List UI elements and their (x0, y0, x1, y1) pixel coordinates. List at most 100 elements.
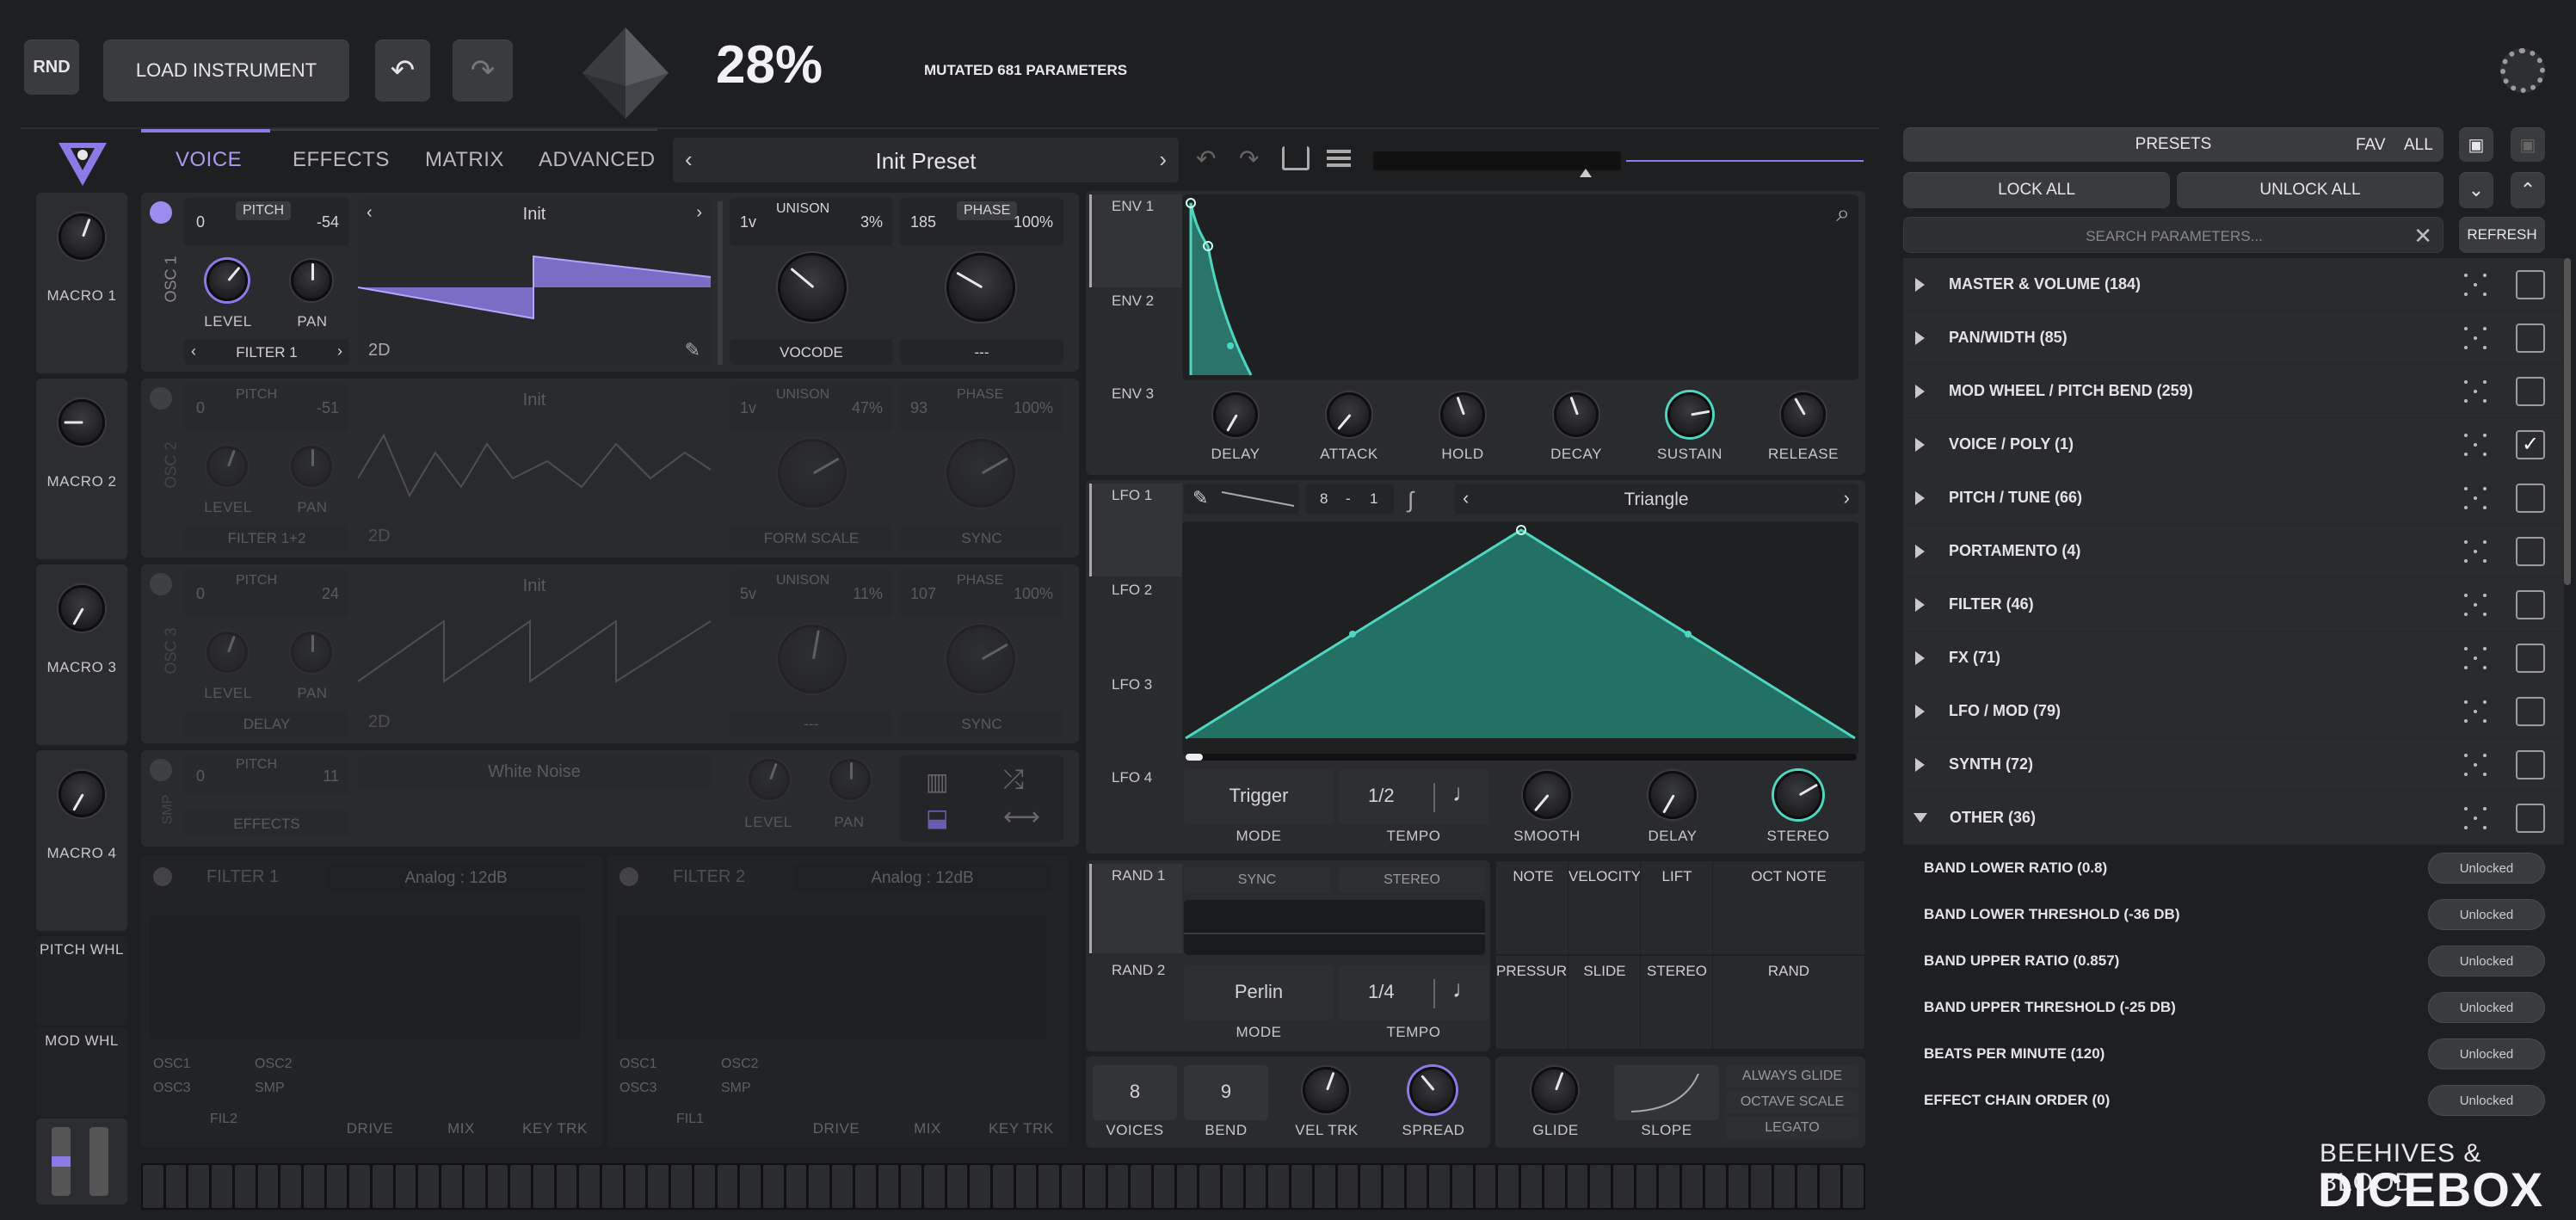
osc-1-wavetable[interactable]: ‹ Init › 2D ✎ (358, 198, 711, 365)
piano-key[interactable] (946, 1165, 968, 1208)
wheel-controls[interactable] (36, 1118, 127, 1205)
piano-key[interactable] (1498, 1165, 1519, 1208)
macro-1-knob[interactable] (59, 213, 105, 260)
osc-1-phase[interactable]: 185 PHASE 100% (900, 198, 1063, 246)
piano-key[interactable] (625, 1165, 646, 1208)
next-preset-icon[interactable]: › (1159, 146, 1167, 173)
tab-matrix[interactable]: MATRIX (425, 148, 504, 172)
piano-key[interactable] (234, 1165, 256, 1208)
filter-2-src-osc1[interactable]: OSC1 (619, 1057, 657, 1072)
random-phase-icon[interactable]: ⤮ (1003, 766, 1024, 795)
caret-right-icon[interactable] (1915, 330, 1925, 345)
param-lock-toggle[interactable]: Unlocked (2428, 1085, 2545, 1116)
osc-1-route[interactable]: ‹ FILTER 1 › (184, 339, 349, 365)
piano-key[interactable] (1682, 1165, 1703, 1208)
osc-3-route[interactable]: DELAY (184, 711, 349, 736)
bend-value-box[interactable]: 9 (1184, 1065, 1268, 1120)
osc-2-spectral-knob[interactable] (778, 439, 847, 508)
param-group-row[interactable]: OTHER (36) (1903, 792, 2564, 845)
osc-1-pan-knob[interactable] (291, 260, 332, 301)
piano-key[interactable] (786, 1165, 807, 1208)
osc-2-route[interactable]: FILTER 1+2 (184, 525, 349, 551)
piano-key[interactable] (349, 1165, 371, 1208)
caret-right-icon[interactable] (1915, 490, 1925, 505)
piano-key[interactable] (1429, 1165, 1451, 1208)
filter-1-src-osc2[interactable]: OSC2 (255, 1057, 293, 1072)
param-item-row[interactable]: BAND LOWER RATIO (0.8) Unlocked (1903, 845, 2564, 891)
load-instrument-button[interactable]: LOAD INSTRUMENT (103, 40, 349, 102)
piano-key[interactable] (740, 1165, 761, 1208)
osc-1-spectral-knob[interactable] (778, 253, 847, 322)
piano-key[interactable] (1131, 1165, 1151, 1208)
macro-4[interactable]: MACRO 4 (36, 750, 127, 931)
lfo-shape-selector[interactable]: ‹ Triangle › (1454, 484, 1858, 514)
piano-key[interactable] (1659, 1165, 1680, 1208)
filter-2-src-osc2[interactable]: OSC2 (721, 1057, 759, 1072)
param-group-row[interactable]: SYNTH (72) (1903, 738, 2564, 792)
param-group-row[interactable]: VOICE / POLY (1) ✓ (1903, 418, 2564, 471)
filter-2-route[interactable]: FIL1 (676, 1112, 704, 1127)
piano-key[interactable] (809, 1165, 830, 1208)
param-item-row[interactable]: BAND LOWER THRESHOLD (-36 DB) Unlocked (1903, 891, 2564, 938)
piano-key[interactable] (1452, 1165, 1473, 1208)
piano-key[interactable] (533, 1165, 554, 1208)
caret-right-icon[interactable] (1915, 704, 1925, 718)
lfo-phase-slider[interactable] (1186, 754, 1857, 761)
macro-4-knob[interactable] (59, 771, 105, 817)
piano-key[interactable] (1613, 1165, 1634, 1208)
mod-wheel[interactable]: MOD WHL (36, 1027, 127, 1117)
piano-key[interactable] (1291, 1165, 1312, 1208)
presets-button[interactable]: PRESETS FAV ALL (1903, 127, 2444, 162)
mod-lift[interactable]: LIFT (1640, 860, 1714, 955)
octave-scale-toggle[interactable]: OCTAVE SCALE (1726, 1091, 1858, 1113)
collapse-all-button[interactable]: ⌄ (2459, 172, 2493, 208)
param-group-row[interactable]: PITCH / TUNE (66) (1903, 471, 2564, 525)
caret-right-icon[interactable] (1915, 277, 1925, 292)
filter-1-graph[interactable] (150, 915, 580, 1039)
dice-dots-icon[interactable] (2464, 646, 2487, 669)
osc-1-unison[interactable]: 1v UNISON 3% (730, 198, 893, 246)
piano-key[interactable] (395, 1165, 416, 1208)
param-group-lock-checkbox[interactable] (2516, 643, 2545, 673)
search-input[interactable]: SEARCH PARAMETERS... ✕ (1903, 217, 2444, 253)
lfo-mode[interactable]: Trigger (1184, 769, 1334, 824)
save-as-button[interactable]: ▣ (2511, 127, 2545, 162)
piano-key[interactable] (579, 1165, 601, 1208)
tab-advanced[interactable]: ADVANCED (539, 148, 656, 172)
rand-note-icon[interactable]: ♩ (1452, 976, 1476, 1003)
tab-lfo-1[interactable]: LFO 1 (1089, 480, 1182, 504)
pencil-icon[interactable]: ✎ (1192, 487, 1208, 509)
macro-2-knob[interactable] (59, 399, 105, 446)
param-group-lock-checkbox[interactable] (2516, 269, 2545, 299)
tab-env-2[interactable]: ENV 2 (1089, 286, 1182, 310)
macro-1[interactable]: MACRO 1 (36, 193, 127, 373)
dice-dots-icon[interactable] (2464, 486, 2487, 509)
undo-button[interactable]: ↶ (375, 40, 430, 102)
osc-3-spectral-mode[interactable]: --- (730, 711, 893, 736)
piano-key[interactable] (832, 1165, 853, 1208)
param-group-lock-checkbox[interactable] (2516, 696, 2545, 726)
param-item-row[interactable]: BEATS PER MINUTE (120) Unlocked (1903, 1031, 2564, 1077)
param-group-row[interactable]: MOD WHEEL / PITCH BEND (259) (1903, 365, 2564, 418)
mod-velocity[interactable]: VELOCITY (1568, 860, 1642, 955)
osc-1-phase-mode[interactable]: --- (900, 339, 1063, 365)
lock-all-button[interactable]: LOCK ALL (1903, 172, 2170, 208)
param-group-lock-checkbox[interactable]: ✓ (2516, 429, 2545, 459)
param-lock-toggle[interactable]: Unlocked (2428, 946, 2545, 977)
piano-key[interactable] (717, 1165, 738, 1208)
param-group-row[interactable]: LFO / MOD (79) (1903, 685, 2564, 738)
dice-dots-icon[interactable] (2464, 699, 2487, 723)
always-glide-toggle[interactable]: ALWAYS GLIDE (1726, 1065, 1858, 1088)
piano-key[interactable] (923, 1165, 945, 1208)
dice-dots-icon[interactable] (2464, 806, 2487, 829)
param-lock-toggle[interactable]: Unlocked (2428, 853, 2545, 884)
param-item-row[interactable]: EFFECT CHAIN ORDER (0) Unlocked (1903, 1077, 2564, 1124)
env-attack-knob[interactable] (1327, 392, 1371, 437)
osc-3-level-knob[interactable] (206, 632, 248, 673)
piano-key[interactable] (602, 1165, 623, 1208)
filter-2-src-osc3[interactable]: OSC3 (619, 1081, 657, 1096)
osc-2-unison[interactable]: 1v UNISON 47% (730, 384, 893, 432)
lfo-grid[interactable]: 8 - 1 (1306, 484, 1394, 514)
filter-1-type[interactable]: Analog : 12dB (327, 864, 585, 891)
mod-slide[interactable]: SLIDE (1568, 955, 1642, 1050)
